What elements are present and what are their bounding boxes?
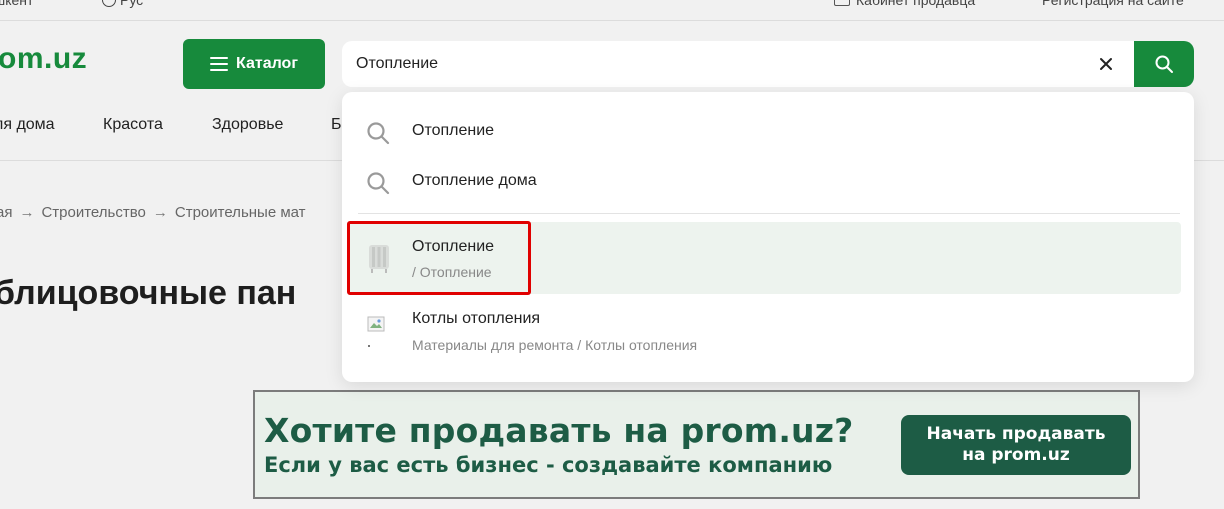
search-button[interactable] — [1134, 41, 1194, 87]
dropdown-divider — [358, 213, 1180, 214]
category-path: Материалы для ремонта / Котлы отопления — [412, 337, 698, 353]
breadcrumb: ая → Строительство → Строительные мат — [0, 204, 306, 221]
search-icon — [367, 172, 390, 195]
nav-item-beauty[interactable]: Красота — [103, 116, 163, 134]
breadcrumb-item[interactable]: Строительные мат — [175, 204, 306, 221]
page-title: блицовочные пан — [0, 274, 297, 312]
menu-icon — [210, 57, 228, 71]
language-label: Рус — [120, 0, 144, 8]
suggestion-label: Отопление дома — [412, 172, 537, 189]
topbar: шкент Рус Кабинет продавца Регистрация н… — [0, 0, 1224, 21]
close-icon — [1100, 58, 1112, 70]
category-path: / Отопление — [412, 264, 492, 280]
cta-line-1: Начать продавать — [926, 423, 1106, 444]
arrow-right-icon: → — [152, 204, 168, 221]
broken-image-icon — [367, 316, 385, 347]
category-suggestion-boilers[interactable]: Котлы отопления Материалы для ремонта / … — [348, 299, 1181, 371]
seller-cabinet-label: Кабинет продавца — [856, 0, 976, 8]
catalog-label: Каталог — [236, 55, 298, 72]
banner-headline: Хотите продавать на prom.uz? — [264, 411, 854, 450]
banner-subline: Если у вас есть бизнес - создавайте комп… — [264, 453, 833, 477]
nav-item-partial[interactable]: Б — [331, 116, 342, 134]
nav-item-health[interactable]: Здоровье — [212, 116, 283, 134]
catalog-button[interactable]: Каталог — [183, 39, 325, 89]
search-suggestions-dropdown: Отопление Отопление дома Отопление / Ото… — [342, 92, 1194, 382]
search-input[interactable] — [342, 41, 1134, 87]
search-icon — [1155, 55, 1173, 73]
seller-cabinet-link[interactable]: Кабинет продавца — [834, 0, 975, 8]
promo-banner[interactable]: Хотите продавать на prom.uz? Если у вас … — [253, 390, 1140, 499]
radiator-thumbnail — [369, 245, 389, 273]
category-suggestion-heating[interactable]: Отопление / Отопление — [348, 222, 1181, 294]
language-selector[interactable]: Рус — [102, 0, 143, 8]
breadcrumb-item[interactable]: Строительство — [41, 204, 145, 221]
category-title: Отопление — [412, 238, 495, 255]
suggestion-item[interactable]: Отопление — [342, 109, 1194, 155]
logo[interactable]: om.uz — [0, 42, 87, 76]
clear-search-button[interactable] — [1094, 52, 1118, 76]
breadcrumb-item[interactable]: ая — [0, 204, 12, 221]
register-link[interactable]: Регистрация на сайте — [1042, 0, 1184, 8]
search-icon — [367, 122, 390, 145]
suggestion-item[interactable]: Отопление дома — [342, 159, 1194, 205]
city-selector[interactable]: шкент — [0, 0, 33, 8]
category-title: Котлы отопления — [412, 310, 541, 327]
search-bar — [342, 41, 1194, 87]
cta-line-2: на prom.uz — [962, 445, 1070, 465]
nav-item-home[interactable]: ля дома — [0, 116, 55, 134]
briefcase-icon — [834, 0, 850, 6]
arrow-right-icon: → — [19, 204, 35, 221]
suggestion-label: Отопление — [412, 122, 495, 139]
globe-icon — [102, 0, 116, 7]
start-selling-button[interactable]: Начать продавать на prom.uz — [901, 415, 1131, 475]
